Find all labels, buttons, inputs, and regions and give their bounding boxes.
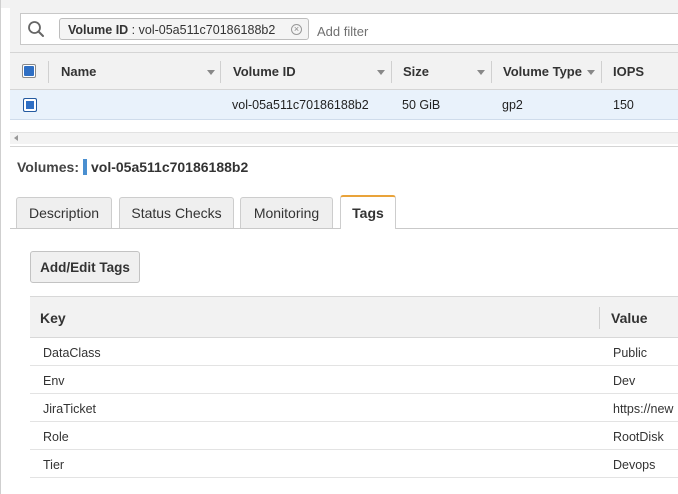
search-icon[interactable] xyxy=(27,20,45,38)
filter-token[interactable]: Volume ID : vol-05a511c70186188b2 × xyxy=(59,18,309,40)
column-header-name[interactable]: Name xyxy=(61,64,96,79)
tab-status-checks[interactable]: Status Checks xyxy=(119,197,234,228)
tab-monitoring[interactable]: Monitoring xyxy=(240,197,333,228)
detail-title: Volumes: vol-05a511c70186188b2 xyxy=(17,159,248,175)
table-row: Env Dev xyxy=(30,366,678,394)
filter-box[interactable]: Volume ID : vol-05a511c70186188b2 × xyxy=(20,13,678,45)
table-row: Role RootDisk xyxy=(30,422,678,450)
add-filter-input[interactable] xyxy=(315,21,569,41)
column-header-volume-type[interactable]: Volume Type xyxy=(503,64,582,79)
top-strip xyxy=(1,0,678,8)
filter-token-value: vol-05a511c70186188b2 xyxy=(138,23,276,37)
tags-table-header: Key Value xyxy=(30,296,678,338)
tag-key: Role xyxy=(43,430,69,444)
tag-key: Env xyxy=(43,374,65,388)
detail-volume-id: vol-05a511c70186188b2 xyxy=(90,159,249,175)
horizontal-scrollbar[interactable] xyxy=(10,132,678,144)
table-row: Tier Devops xyxy=(30,450,678,478)
column-header-size[interactable]: Size xyxy=(403,64,429,79)
column-header-key[interactable]: Key xyxy=(40,310,66,326)
tag-value: https://new xyxy=(613,402,674,416)
column-separator xyxy=(491,61,492,83)
add-edit-tags-button[interactable]: Add/Edit Tags xyxy=(30,251,140,283)
tag-value: Dev xyxy=(613,374,636,388)
detail-label: Volumes: xyxy=(17,159,79,175)
column-separator xyxy=(599,307,600,329)
tab-tags[interactable]: Tags xyxy=(340,195,396,229)
column-header-iops[interactable]: IOPS xyxy=(613,64,644,79)
caret-down-icon[interactable] xyxy=(587,70,595,75)
cell-iops: 150 xyxy=(613,98,634,112)
table-row: JiraTicket https://new xyxy=(30,394,678,422)
cell-size: 50 GiB xyxy=(402,98,441,112)
column-header-value[interactable]: Value xyxy=(611,310,648,326)
arrow-left-icon[interactable] xyxy=(14,135,18,141)
select-all-checkbox[interactable] xyxy=(22,64,36,78)
filter-token-separator: : xyxy=(128,23,139,37)
tag-key: DataClass xyxy=(43,346,101,360)
tag-key: JiraTicket xyxy=(43,402,97,416)
tab-description[interactable]: Description xyxy=(16,197,112,228)
row-checkbox[interactable] xyxy=(23,98,37,112)
table-row[interactable]: vol-05a511c70186188b2 50 GiB gp2 150 xyxy=(10,90,678,120)
tag-value: Devops xyxy=(613,458,656,472)
pane-divider[interactable] xyxy=(10,146,678,147)
filter-bar: Volume ID : vol-05a511c70186188b2 × xyxy=(10,8,678,52)
tag-key: Tier xyxy=(43,458,65,472)
caret-down-icon[interactable] xyxy=(207,70,215,75)
table-row: DataClass Public xyxy=(30,338,678,366)
tag-value: Public xyxy=(613,346,648,360)
cell-volume-type: gp2 xyxy=(502,98,523,112)
filter-token-key: Volume ID xyxy=(68,23,129,37)
cell-volume-id: vol-05a511c70186188b2 xyxy=(232,98,369,112)
column-separator xyxy=(220,61,221,83)
column-header-volume-id[interactable]: Volume ID xyxy=(233,64,296,79)
tag-value: RootDisk xyxy=(613,430,664,444)
caret-down-icon[interactable] xyxy=(377,70,385,75)
close-circle-icon[interactable]: × xyxy=(291,24,302,35)
volumes-table-header: Name Volume ID Size Volume Type IOPS xyxy=(10,52,678,90)
column-separator xyxy=(48,61,49,83)
column-separator xyxy=(391,61,392,83)
column-separator xyxy=(601,61,602,83)
detail-marker xyxy=(82,159,87,175)
caret-down-icon[interactable] xyxy=(477,70,485,75)
